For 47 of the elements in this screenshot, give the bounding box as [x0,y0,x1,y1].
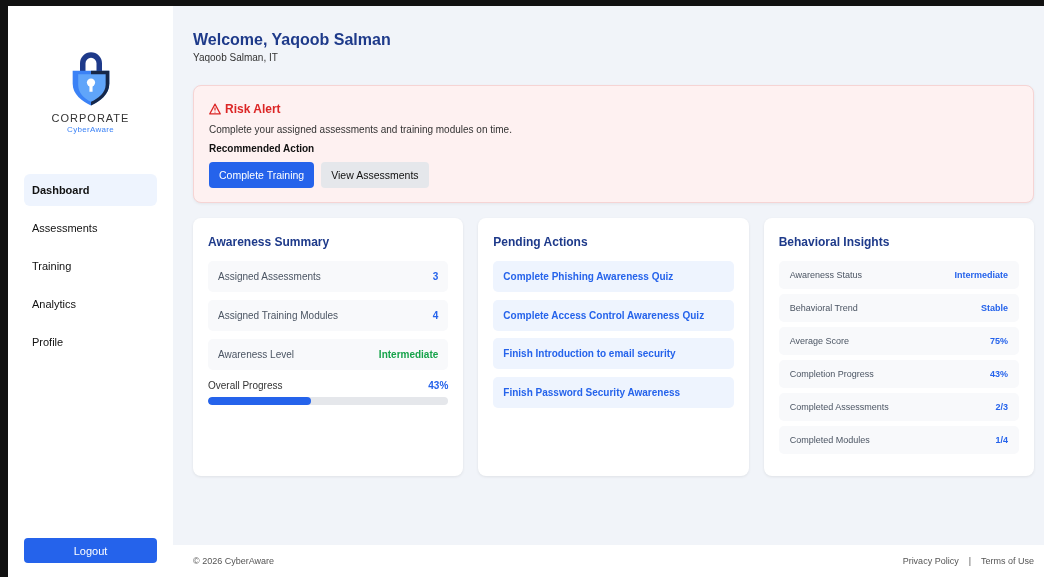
complete-training-button[interactable]: Complete Training [209,162,315,188]
sidebar-item[interactable]: Assessments [24,212,157,244]
row-value: 1/4 [995,435,1008,445]
link-separator: | [968,556,971,566]
pending-action-link[interactable]: Complete Access Control Awareness Quiz [493,299,734,331]
row-label: Behavioral Trend [789,303,858,313]
view-assessments-button[interactable]: View Assessments [321,162,429,188]
alert-title: Risk Alert [225,102,281,116]
pending-action-link[interactable]: Finish Introduction to email security [493,338,734,369]
row-label: Awareness Level [218,349,294,360]
alert-message: Complete your assigned assessments and training modules on time. [209,124,513,135]
sidebar-item[interactable]: Dashboard [24,174,157,206]
row-value: Intermediate [378,349,439,360]
sidebar-item[interactable]: Training [24,250,157,282]
sidebar-item[interactable]: Analytics [24,288,157,320]
logo-subtitle: CyberAware [67,125,114,134]
row-label: Assigned Assessments [218,271,321,282]
row-label: Assigned Training Modules [218,310,339,321]
logout-button[interactable]: Logout [24,538,157,563]
row-value: 75% [990,336,1008,346]
footer-link[interactable]: Privacy Policy [902,556,959,566]
logo-title: CORPORATE [51,112,130,124]
row-label: Completed Assessments [789,402,889,412]
sidebar-item[interactable]: Profile [24,326,157,358]
row-value: 3 [432,271,439,282]
row-value: 4 [432,310,439,321]
user-subtitle: Yaqoob Salman, IT [193,52,279,63]
card-title: Behavioral Insights [778,235,891,249]
welcome-title: Welcome, Yaqoob Salman [193,31,392,49]
row-value: 43% [990,369,1008,379]
progress-label: Overall Progress [208,380,283,391]
copyright-text: © 2026 CyberAware [193,556,274,566]
card-title: Pending Actions [493,235,589,249]
pending-action-link[interactable]: Complete Phishing Awareness Quiz [493,261,734,292]
row-value: Intermediate [954,270,1008,280]
row-label: Average Score [789,336,850,346]
card-title: Awareness Summary [208,235,331,249]
progress-reading: 43% [428,380,449,391]
recommended-action-label: Recommended Action [209,143,316,154]
pending-action-link[interactable]: Finish Password Security Awareness [493,376,734,408]
row-label: Completion Progress [789,369,874,379]
row-value: 2/3 [995,402,1008,412]
row-label: Completed Modules [789,435,870,445]
footer-link[interactable]: Terms of Use [981,556,1034,566]
row-label: Awareness Status [789,270,863,280]
warning-icon [209,103,221,115]
row-value: Stable [981,303,1008,313]
